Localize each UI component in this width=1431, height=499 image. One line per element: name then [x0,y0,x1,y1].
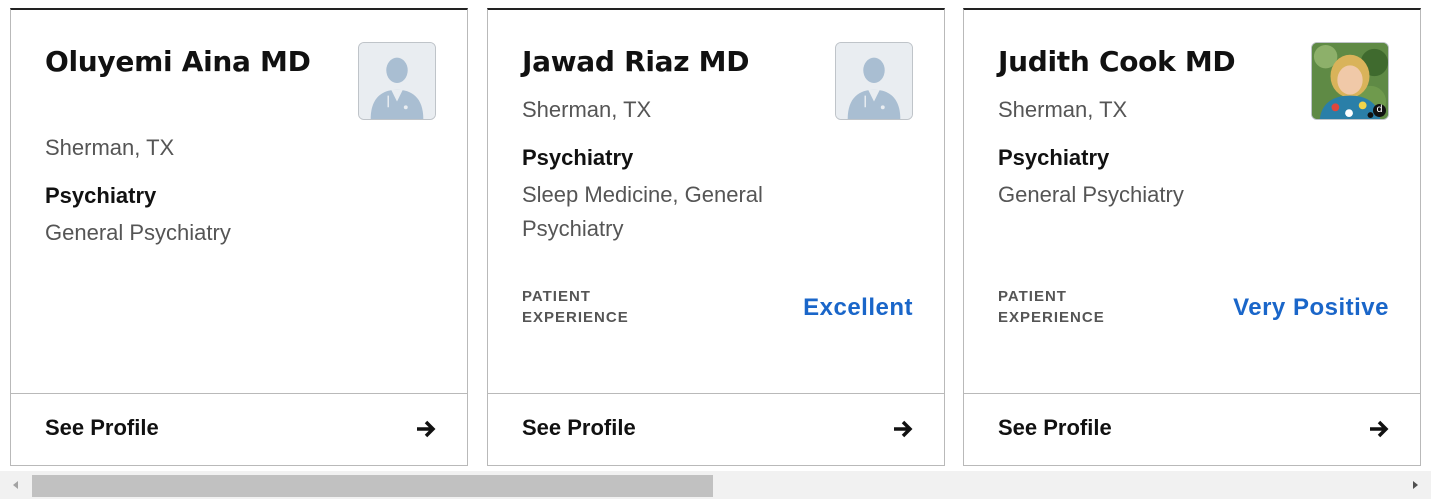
doctor-placeholder-icon [835,42,913,120]
see-profile-label: See Profile [998,415,1112,440]
provider-subspecialties: Sleep Medicine, General Psychiatry [522,182,763,241]
caret-right-icon [1413,481,1418,489]
patient-experience-value: Very Positive [1233,294,1389,321]
provider-name[interactable]: Judith Cook MD [998,42,1268,81]
provider-card: Oluyemi Aina MD Sherman, TX Psychiatry G… [10,8,468,466]
see-profile-link[interactable]: See Profile [488,393,944,465]
see-profile-link[interactable]: See Profile [11,393,467,465]
arrow-right-icon [1370,420,1389,438]
provider-specialty: Psychiatry [522,145,634,170]
patient-experience-label: PATIENT EXPERIENCE [998,288,1105,326]
provider-location: Sherman, TX [45,135,175,160]
doctor-photo: d [1311,42,1389,120]
scroll-left-button[interactable] [0,471,32,499]
provider-location: Sherman, TX [522,97,652,122]
provider-location: Sherman, TX [998,97,1128,122]
patient-experience-value: Excellent [803,294,913,321]
horizontal-scrollbar[interactable] [0,471,1431,499]
see-profile-link[interactable]: See Profile [964,393,1420,465]
provider-card: Judith Cook MD Sherman, TX Psychiatry Ge… [963,8,1421,466]
arrow-right-icon [417,420,436,438]
caret-left-icon [13,481,18,489]
see-profile-label: See Profile [522,415,636,440]
scrollbar-thumb[interactable] [32,475,713,497]
provider-card-list: Oluyemi Aina MD Sherman, TX Psychiatry G… [10,8,1421,468]
badge-icon: d [1373,104,1386,117]
scroll-right-button[interactable] [1399,471,1431,499]
provider-subspecialties: General Psychiatry [45,220,231,245]
see-profile-label: See Profile [45,415,159,440]
doctor-placeholder-icon [358,42,436,120]
arrow-right-icon [894,420,913,438]
patient-experience-label: PATIENT EXPERIENCE [522,288,629,326]
provider-name[interactable]: Jawad Riaz MD [522,42,792,81]
provider-name[interactable]: Oluyemi Aina MD [45,42,315,81]
provider-specialty: Psychiatry [45,183,157,208]
provider-specialty: Psychiatry [998,145,1110,170]
provider-card: Jawad Riaz MD Sherman, TX Psychiatry Sle… [487,8,945,466]
provider-subspecialties: General Psychiatry [998,182,1184,207]
